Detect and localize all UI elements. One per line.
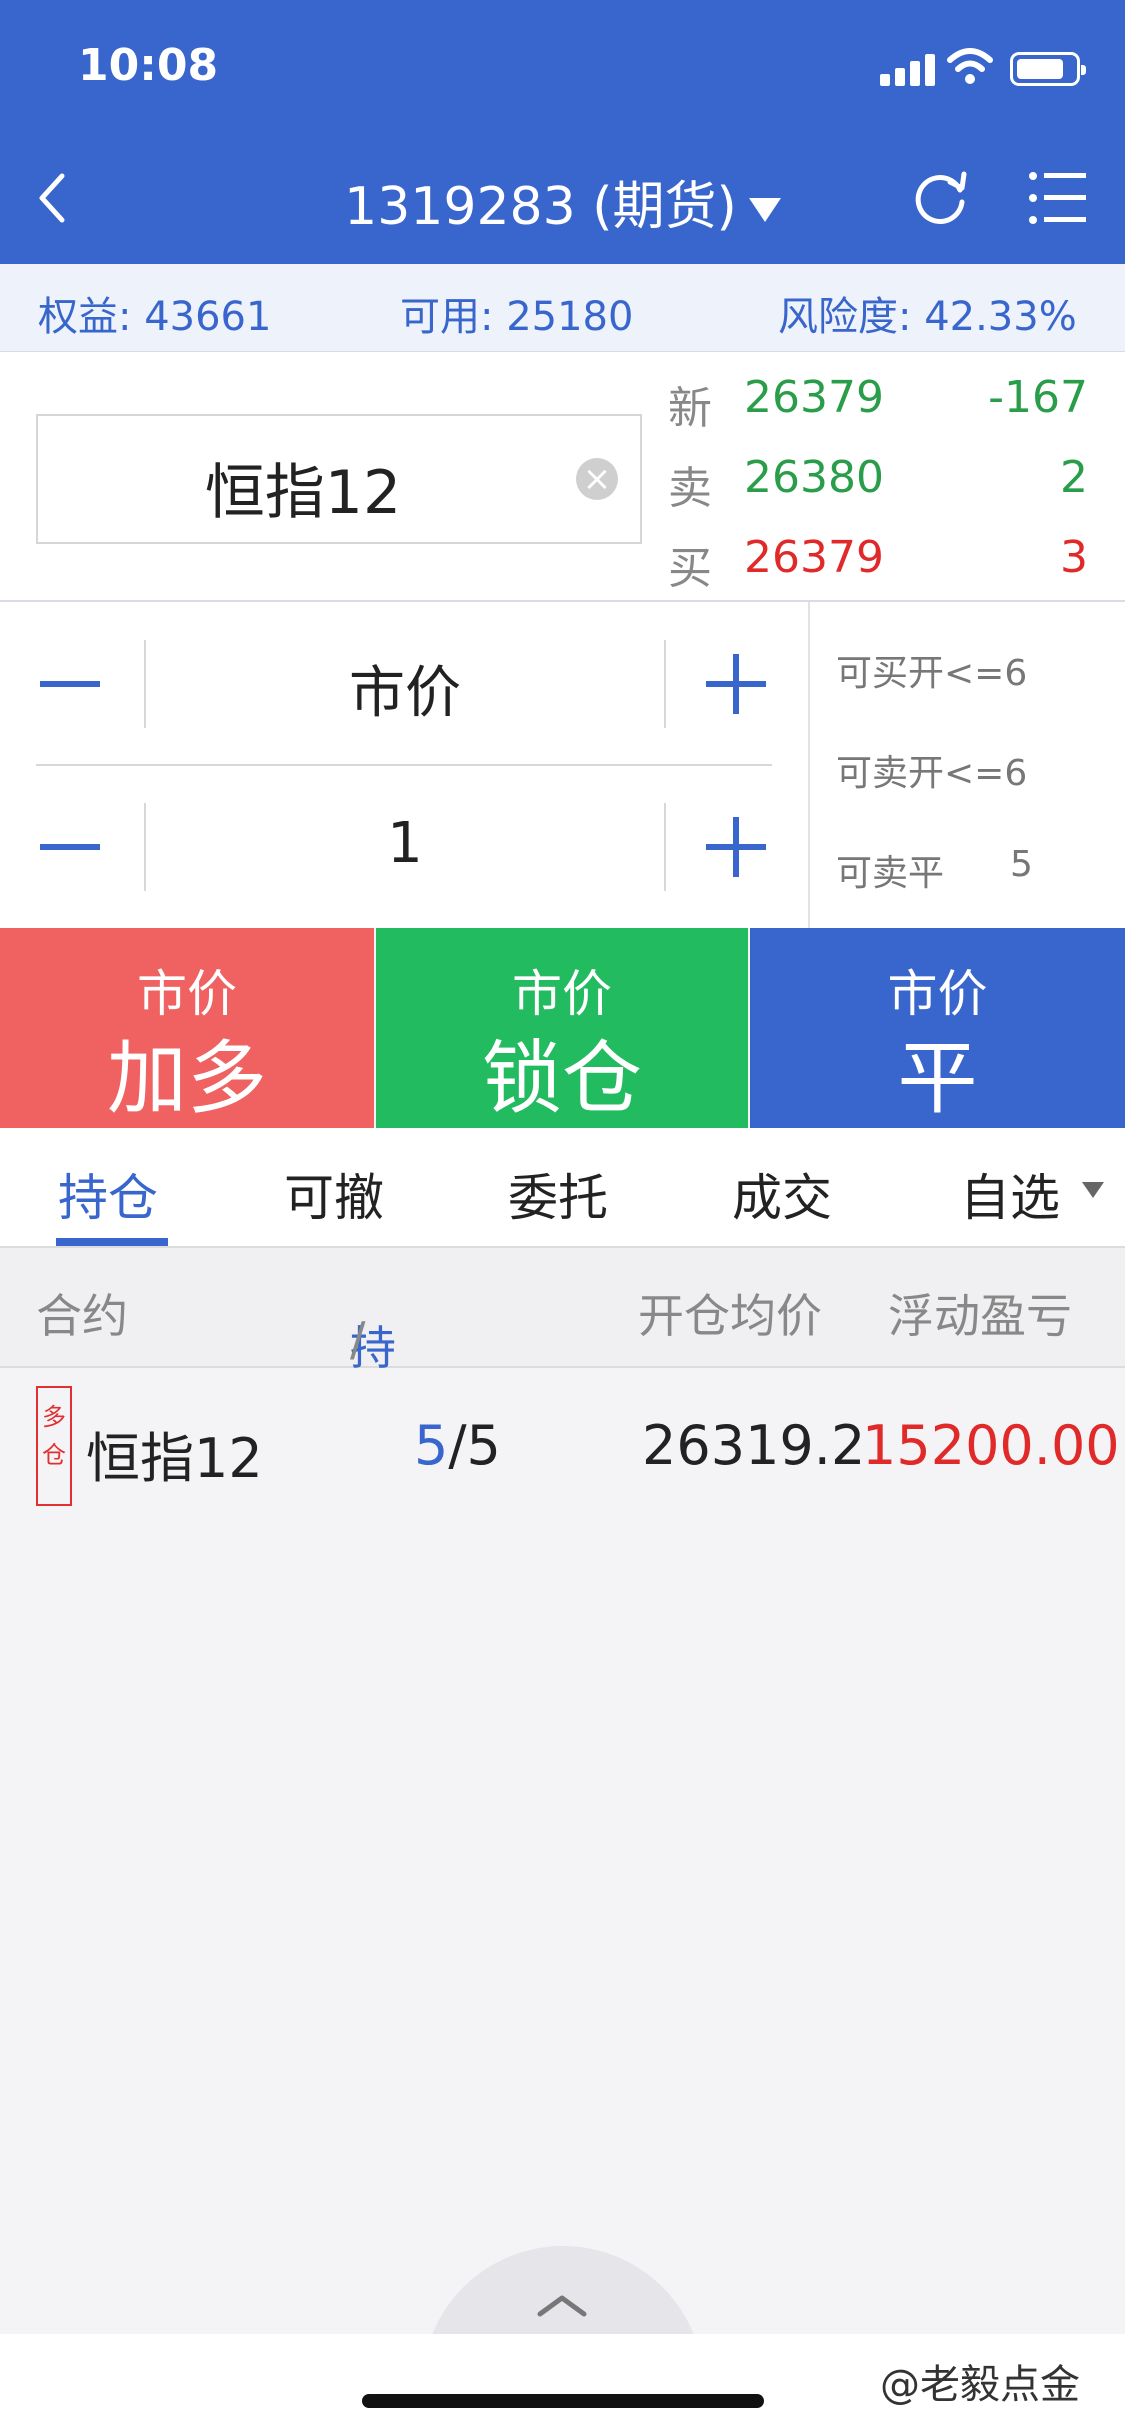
table-header: 合约 持仓/可用 开仓均价 浮动盈亏 <box>0 1248 1125 1495</box>
clear-icon[interactable]: × <box>576 458 618 500</box>
tab-trades[interactable]: 成交 <box>732 1158 832 1230</box>
tab-watchlist[interactable]: 自选 <box>960 1158 1060 1230</box>
refresh-icon[interactable] <box>912 168 972 228</box>
quantity-stepper: 1 <box>0 765 790 928</box>
quote-change: -167 <box>988 372 1088 423</box>
quote-row-last: 新 26379 -167 <box>668 372 1088 434</box>
top-bar: 10:08 1319283 (期货) <box>0 0 1125 264</box>
symbol-name: 恒指12 <box>204 458 402 528</box>
order-limits: 可买开<=6 可卖开<=6 可卖平 5 <box>808 602 1125 928</box>
row-available-value: /5 <box>448 1414 501 1477</box>
row-pnl: 15200.00 <box>862 1414 1120 1477</box>
quote-row-ask: 卖 26380 2 <box>668 452 1088 514</box>
button-label: 锁仓 <box>482 1032 642 1125</box>
status-time: 10:08 <box>78 40 219 91</box>
wifi-icon <box>947 48 993 84</box>
long-position-badge: 多仓 <box>36 1386 72 1506</box>
market-close-button[interactable]: 市价 平 <box>750 928 1125 1128</box>
price-value[interactable]: 市价 <box>146 648 664 729</box>
active-tab-indicator <box>56 1238 168 1246</box>
order-panel: 市价 1 可买开<=6 可卖开<=6 可卖平 5 <box>0 602 1125 928</box>
table-row[interactable]: 多仓 恒指12 5/5 26319.2 15200.00 <box>0 1370 1125 1520</box>
price-stepper: 市价 <box>0 602 790 765</box>
market-long-button[interactable]: 市价 加多 <box>0 928 374 1128</box>
symbol-input[interactable]: 恒指12 × <box>36 414 642 544</box>
quantity-plus-icon[interactable] <box>706 816 766 877</box>
buy-open-limit: 可买开<=6 <box>836 653 1028 694</box>
quote-volume: 2 <box>1060 452 1088 503</box>
tab-orders[interactable]: 委托 <box>508 1158 608 1230</box>
menu-icon[interactable] <box>1028 168 1088 228</box>
chevron-down-icon <box>748 198 781 222</box>
col-contract: 合约 <box>36 1289 128 1343</box>
quantity-minus-icon[interactable] <box>40 843 100 850</box>
account-title: 1319283 (期货) <box>344 177 737 237</box>
quote-label: 买 <box>668 543 712 594</box>
row-contract: 恒指12 <box>86 1427 263 1490</box>
col-avg-price: 开仓均价 <box>638 1289 822 1343</box>
risk-text: 风险度: 42.33% <box>778 294 1077 340</box>
battery-icon <box>1010 52 1086 86</box>
quote-price: 26379 <box>744 372 884 423</box>
sell-close-label: 可卖平 <box>836 853 945 894</box>
watermark: @老毅点金 <box>880 2362 1080 2408</box>
price-minus-icon[interactable] <box>40 680 100 687</box>
button-label: 加多 <box>107 1032 267 1125</box>
cellular-signal-icon <box>880 52 936 86</box>
chevron-up-icon <box>537 2295 587 2317</box>
col-pnl: 浮动盈亏 <box>888 1289 1072 1343</box>
tab-bar: 持仓 可撤 委托 成交 自选 <box>0 1128 1125 1248</box>
market-lock-button[interactable]: 市价 锁仓 <box>376 928 748 1128</box>
row-position-value: 5 <box>414 1414 449 1477</box>
quote-row-bid: 买 26379 3 <box>668 532 1088 594</box>
available-text: 可用: 25180 <box>400 294 634 340</box>
quote-label: 新 <box>668 383 712 434</box>
chevron-down-icon[interactable] <box>1082 1182 1104 1198</box>
quantity-value[interactable]: 1 <box>146 811 664 876</box>
sell-close-value: 5 <box>1010 844 1033 885</box>
row-avg-price: 26319.2 <box>642 1414 866 1477</box>
equity-text: 权益: 43661 <box>38 294 272 340</box>
quote-price: 26380 <box>744 452 884 503</box>
quote-panel: 恒指12 × 新 26379 -167 卖 26380 2 买 26379 3 <box>0 352 1125 602</box>
sell-open-limit: 可卖开<=6 <box>836 753 1028 794</box>
quote-volume: 3 <box>1060 532 1088 583</box>
quote-label: 卖 <box>668 463 712 514</box>
tab-positions[interactable]: 持仓 <box>58 1158 158 1230</box>
quote-price: 26379 <box>744 532 884 583</box>
row-position: 5/5 <box>414 1414 501 1477</box>
tab-cancelable[interactable]: 可撤 <box>284 1158 384 1230</box>
button-label: 平 <box>897 1032 978 1125</box>
account-summary: 权益: 43661 可用: 25180 风险度: 42.33% <box>0 264 1125 352</box>
price-plus-icon[interactable] <box>706 653 766 714</box>
home-indicator[interactable] <box>362 2394 764 2408</box>
